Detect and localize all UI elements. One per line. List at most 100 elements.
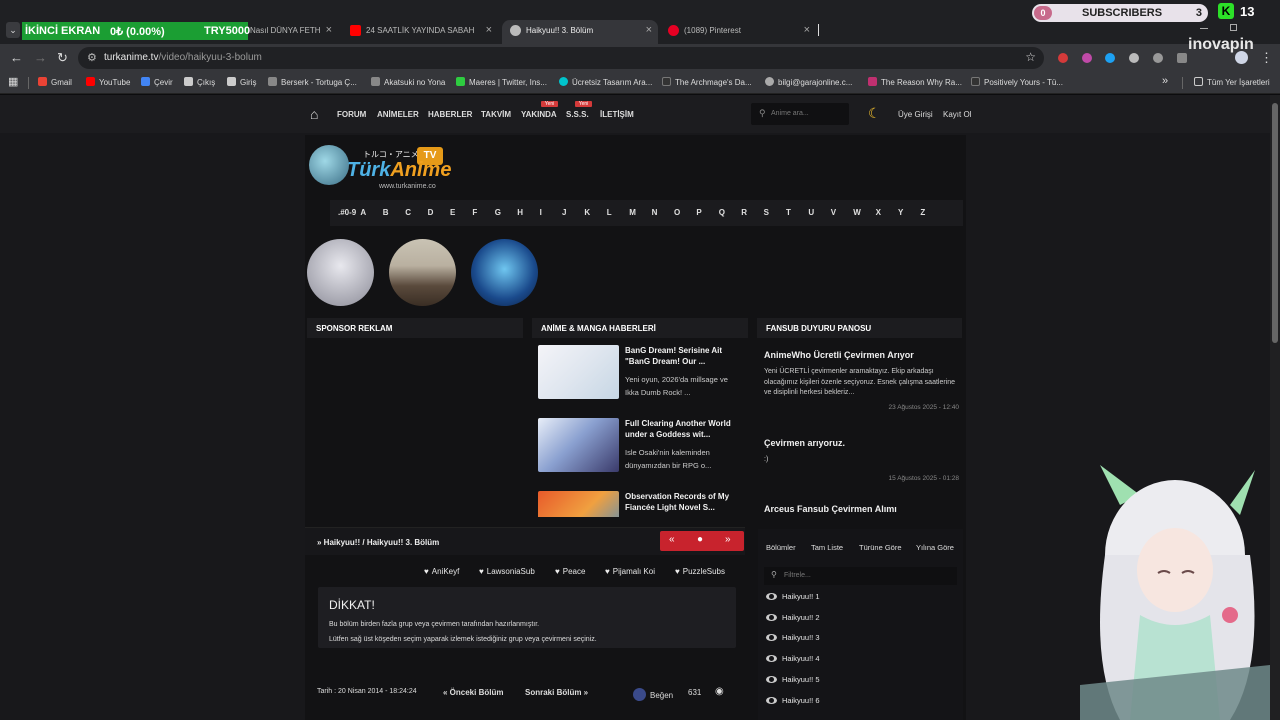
alphabet-letter-u[interactable]: U [808,208,814,217]
home-icon[interactable]: ⌂ [310,106,318,122]
tab-4[interactable]: (1089) Pinterest × [660,20,816,44]
alphabet-letter-j[interactable]: J [562,208,566,217]
episode-item[interactable]: Haikyuu!! 1 [766,592,820,601]
bookmark-translate[interactable]: Çevir [141,77,173,87]
tab-3-active[interactable]: Haikyuu!! 3. Bölüm × [502,20,658,44]
lightbulb-icon[interactable]: ● [697,534,703,545]
fansub-post[interactable]: AnimeWho Ücretli Çevirmen Arıyor Yeni ÜC… [764,350,959,411]
alphabet-letter-d[interactable]: D [428,208,434,217]
alphabet-letter-n[interactable]: N [652,208,658,217]
alphabet-letter-b[interactable]: B [383,208,389,217]
alphabet-letter-x[interactable]: X [876,208,881,217]
site-info-icon[interactable]: ⚙ [87,51,97,64]
forward-icon[interactable]: → [34,50,47,65]
fansub-group-anikeyf[interactable]: ♥ AniKeyf [424,567,459,576]
alphabet-letter-t[interactable]: T [786,208,791,217]
news-item[interactable]: Full Clearing Another World under a Godd… [538,418,748,478]
alphabet-letter-s[interactable]: S [764,208,769,217]
extension-pink-icon[interactable] [1082,53,1092,63]
nav-yakinda[interactable]: YAKINDA [521,110,557,119]
featured-anime-avatar-1[interactable] [307,239,374,306]
previous-episode-link[interactable]: « Önceki Bölüm [443,688,503,697]
tab-episodes[interactable]: Bölümler [766,543,796,552]
extensions-puzzle-icon[interactable] [1177,53,1187,63]
anime-search-input[interactable]: ⚲ Anime ara... [751,103,849,125]
fansub-post[interactable]: Arceus Fansub Çevirmen Alımı [764,504,959,514]
bookmark-canva[interactable]: Ücretsiz Tasarım Ara... [559,77,652,87]
alphabet-letter-y[interactable]: Y [898,208,903,217]
featured-anime-avatar-2[interactable] [389,239,456,306]
fansub-group-peace[interactable]: ♥ Peace [555,567,585,576]
tab-close-icon[interactable]: × [646,24,652,36]
tab-close-icon[interactable]: × [486,24,492,36]
alphabet-letter-l[interactable]: L [607,208,612,217]
previous-episode-icon[interactable]: « [669,534,675,545]
episode-item[interactable]: Haikyuu!! 4 [766,654,820,663]
breadcrumb-anime[interactable]: Haikyuu!! [324,538,360,547]
extension-red-icon[interactable] [1058,53,1068,63]
bookmark-gmail[interactable]: Gmail [38,77,72,87]
bookmark-archmage[interactable]: The Archmage's Da... [662,77,752,87]
register-link[interactable]: Kayıt Ol [943,110,971,119]
news-item[interactable]: BanG Dream! Serisine Ait "BanG Dream! Ou… [538,345,748,405]
episode-filter-input[interactable]: ⚲ Filtrele... [764,567,957,585]
dark-mode-moon-icon[interactable]: ☾ [868,105,881,122]
site-logo[interactable]: トルコ・アニメ TV TürkAnime www.turkanime.co [309,145,451,193]
login-link[interactable]: Üye Girişi [898,110,933,119]
page-scrollbar[interactable] [1270,95,1280,720]
nav-takvim[interactable]: TAKVİM [481,110,511,119]
profile-avatar-icon[interactable] [1235,51,1248,64]
episode-item[interactable]: Haikyuu!! 3 [766,633,820,642]
next-episode-link[interactable]: Sonraki Bölüm » [525,688,588,697]
all-bookmarks[interactable]: Tüm Yer İşaretleri [1194,77,1270,87]
alphabet-letter-numeric[interactable]: .#0-9 [338,208,356,217]
alphabet-letter-a[interactable]: A [360,208,366,217]
alphabet-letter-z[interactable]: Z [920,208,925,217]
tab-search-button[interactable]: ⌄ [6,22,20,38]
apps-grid-icon[interactable]: ▦ [8,75,18,88]
bookmarks-overflow-icon[interactable]: » [1162,75,1168,87]
alphabet-letter-v[interactable]: V [831,208,836,217]
scrollbar-thumb[interactable] [1272,103,1278,343]
tab-1[interactable]: Nasıl DÜNYA FETH × [246,20,338,44]
bookmark-youtube[interactable]: YouTube [86,77,130,87]
fansub-post[interactable]: Çevirmen arıyoruz. :) 15 Ağustos 2025 - … [764,438,959,482]
episode-item[interactable]: Haikyuu!! 2 [766,613,820,622]
bookmark-login[interactable]: Giriş [227,77,256,87]
bookmark-akatsuki[interactable]: Akatsuki no Yona [371,77,445,87]
episode-item[interactable]: Haikyuu!! 5 [766,675,820,684]
like-button[interactable]: Beğen [633,688,673,701]
bookmark-logout[interactable]: Çıkış [184,77,215,87]
alphabet-letter-e[interactable]: E [450,208,455,217]
fansub-group-pijamali-koi[interactable]: ♥ Pijamalı Koi [605,567,655,576]
alphabet-letter-f[interactable]: F [472,208,477,217]
alphabet-letter-g[interactable]: G [495,208,501,217]
breadcrumb-episode[interactable]: Haikyuu!! 3. Bölüm [367,538,439,547]
alphabet-letter-c[interactable]: C [405,208,411,217]
bookmark-garaj[interactable]: bilgi@garajonline.c... [765,77,852,87]
bookmark-reason[interactable]: The Reason Why Ra... [868,77,962,87]
tab-full-list[interactable]: Tam Liste [811,543,843,552]
nav-haberler[interactable]: HABERLER [428,110,472,119]
url-input[interactable]: ⚙ turkanime.tv/video/haikyuu-3-bolum ☆ [78,47,1044,69]
alphabet-letter-k[interactable]: K [584,208,590,217]
fansub-group-puzzlesubs[interactable]: ♥ PuzzleSubs [675,567,725,576]
tab-by-genre[interactable]: Türüne Göre [859,543,902,552]
tab-by-year[interactable]: Yılına Göre [916,543,954,552]
alphabet-letter-p[interactable]: P [696,208,701,217]
tab-close-icon[interactable]: × [804,24,810,36]
bookmark-star-icon[interactable]: ☆ [1025,50,1036,64]
next-episode-icon[interactable]: » [725,534,731,545]
alphabet-letter-m[interactable]: M [629,208,636,217]
minimize-icon[interactable] [1200,28,1208,29]
alphabet-letter-o[interactable]: O [674,208,680,217]
episode-item[interactable]: Haikyuu!! 6 [766,696,820,705]
maximize-icon[interactable] [1230,24,1237,31]
fansub-group-lawsoniasub[interactable]: ♥ LawsoniaSub [479,567,535,576]
alphabet-letter-q[interactable]: Q [719,208,725,217]
alphabet-letter-r[interactable]: R [741,208,747,217]
back-icon[interactable]: ← [10,50,23,65]
extension-cloud-icon[interactable] [1153,53,1163,63]
nav-animeler[interactable]: ANİMELER [377,110,419,119]
alphabet-letter-h[interactable]: H [517,208,523,217]
